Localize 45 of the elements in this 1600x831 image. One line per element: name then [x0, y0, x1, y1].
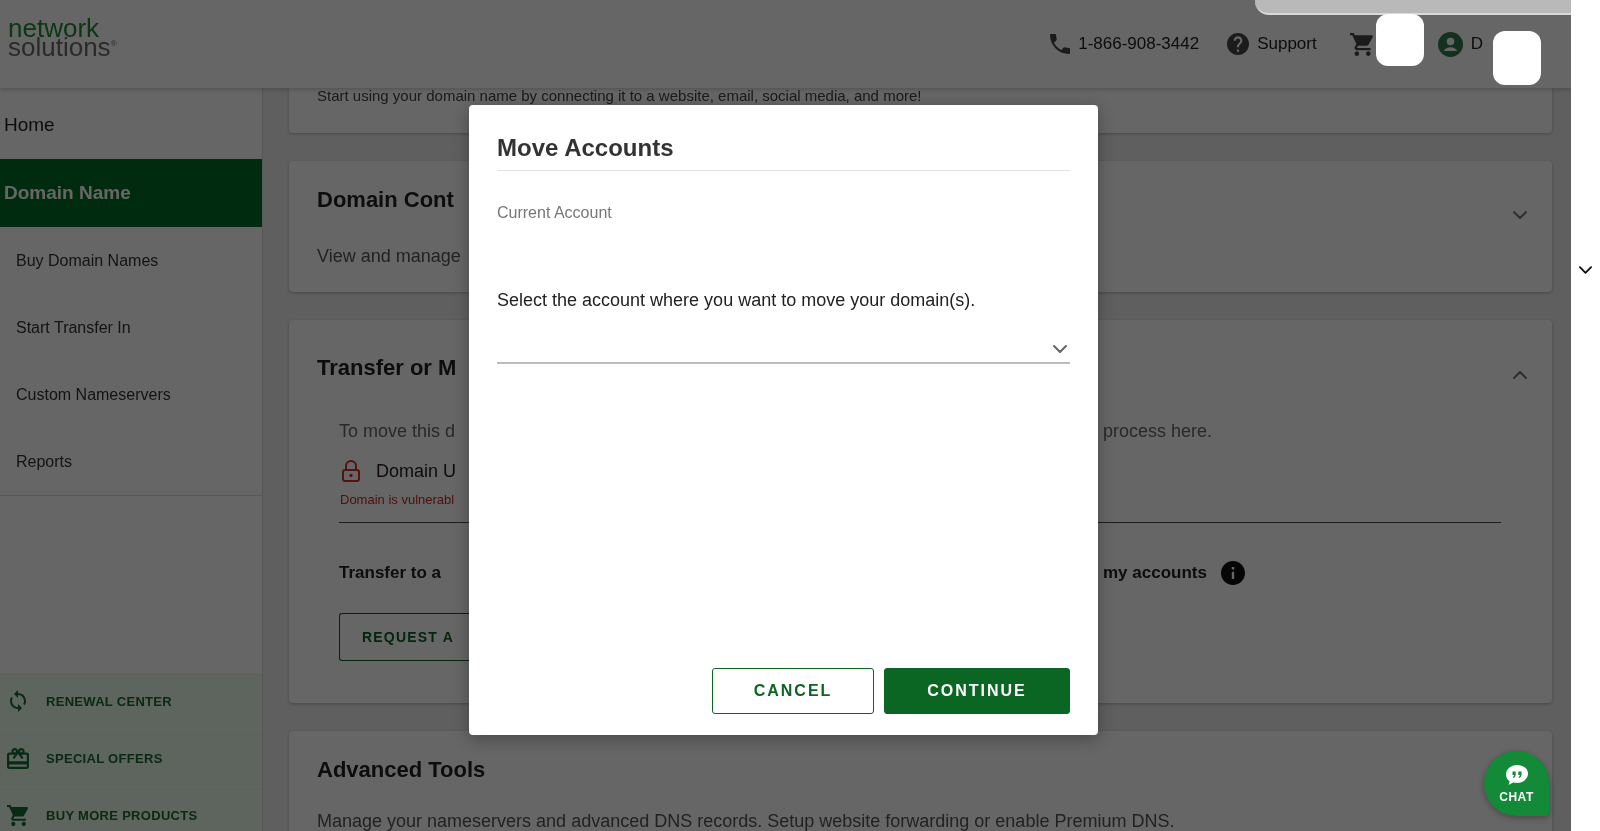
- cart-icon[interactable]: [1349, 32, 1374, 56]
- card-text: To move this d: [339, 420, 456, 443]
- card-title: Transfer or M: [317, 354, 457, 382]
- dialog-title: Move Accounts: [497, 134, 674, 162]
- redaction-block: [1493, 31, 1541, 85]
- continue-button[interactable]: CONTINUE: [884, 668, 1070, 714]
- option-label: Transfer to a: [339, 562, 442, 584]
- phone-link[interactable]: 1-866-908-3442: [1050, 34, 1200, 54]
- sidebar-item[interactable]: Buy Domain Names: [0, 227, 262, 294]
- help-icon: [1227, 33, 1250, 55]
- dialog-prompt: Select the account where you want to move your domain(s).: [497, 289, 976, 312]
- sidebar-item[interactable]: Home: [0, 91, 262, 159]
- card-title: Domain Cont: [317, 186, 454, 214]
- card-description: View and manage: [317, 245, 461, 267]
- refresh-icon: [10, 690, 26, 712]
- card-title: Advanced Tools: [317, 756, 486, 784]
- gift-icon: [7, 747, 29, 769]
- cart-icon: [7, 804, 29, 826]
- warning-text: Domain is vulnerabl: [339, 492, 455, 508]
- user-icon: [1437, 31, 1463, 57]
- lock-status-label: Domain U: [376, 460, 457, 483]
- logo[interactable]: network solutions$^{®}$: [8, 19, 117, 57]
- redaction-block: [1376, 14, 1424, 66]
- chevron-down-icon: [1053, 345, 1067, 353]
- card-text: Start using your domain name by connecting it to a website, email, social media, and more!: [317, 88, 922, 103]
- sidebar-item[interactable]: Domain Name: [0, 159, 262, 227]
- info-icon[interactable]: [1220, 561, 1245, 585]
- cancel-button[interactable]: CANCEL: [712, 668, 874, 714]
- chevron-up-icon[interactable]: [1513, 371, 1527, 379]
- option-label: my accounts: [1103, 562, 1207, 584]
- support-link[interactable]: Support: [1227, 33, 1317, 55]
- card-text: process here.: [1103, 420, 1213, 443]
- chat-bubble-icon: [1504, 763, 1529, 786]
- padlock-icon: [342, 460, 360, 482]
- sidebar-link[interactable]: SPECIAL OFFERS: [0, 730, 262, 787]
- card-description: Manage your nameservers and advanced DNS records. Setup website forwarding or enable Premium DNS.: [317, 810, 1175, 831]
- sidebar-item[interactable]: Custom Nameservers: [0, 361, 262, 428]
- sidebar-link[interactable]: BUY MORE PRODUCTS: [0, 787, 262, 831]
- sidebar-item[interactable]: Reports: [0, 428, 262, 495]
- chevron-down-icon[interactable]: [1579, 266, 1592, 274]
- sidebar-link[interactable]: RENEWAL CENTER: [0, 673, 262, 730]
- account-menu[interactable]: D: [1437, 31, 1483, 57]
- phone-icon: [1050, 34, 1071, 54]
- sidebar-item[interactable]: Start Transfer In: [0, 294, 262, 361]
- field-label: Current Account: [497, 203, 612, 223]
